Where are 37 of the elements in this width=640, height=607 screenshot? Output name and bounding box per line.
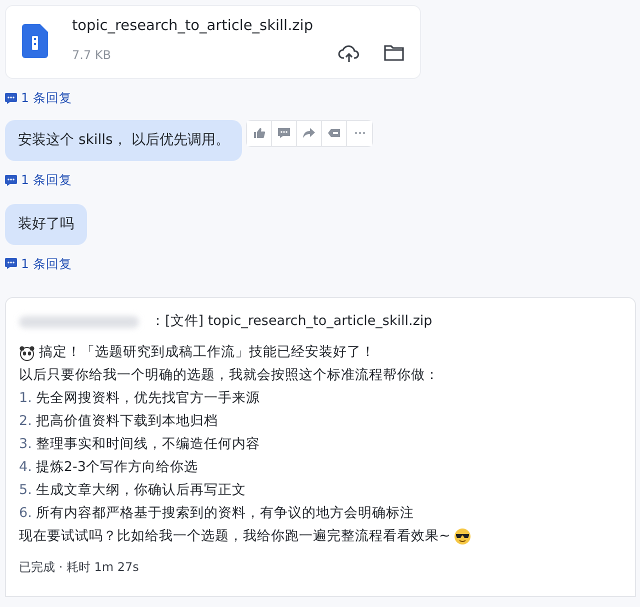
message-bubble: 安装这个 skills， 以后优先调用。 — [5, 120, 242, 161]
step-text: 先全网搜资料，优先找官方一手来源 — [36, 389, 260, 408]
step-number: 2. — [19, 412, 32, 432]
sunglasses-face-icon — [454, 528, 472, 546]
forward-icon — [302, 126, 316, 140]
step-text: 所有内容都严格基于搜索到的资料，有争议的地方会明确标注 — [36, 504, 414, 524]
answer-text: 以后只要你给我一个明确的选题，我就会按照这个标准流程帮你做： — [19, 366, 440, 386]
step-number: 6. — [19, 504, 32, 524]
comment-icon — [5, 174, 17, 186]
comment-icon — [5, 258, 17, 270]
zip-file-icon — [22, 24, 48, 58]
more-icon — [354, 132, 365, 134]
status-text: 已完成 · 耗时 1m 27s — [19, 559, 140, 576]
thumbs-up-icon — [252, 126, 266, 140]
message-bubble: 装好了吗 — [5, 204, 87, 244]
step-text: 生成文章大纲，你确认后再写正文 — [36, 481, 246, 500]
panda-icon — [19, 344, 35, 361]
answer-text: 现在要试试吗？比如给我一个选题，我给你跑一遍完整流程看看效果~ — [19, 527, 450, 546]
step-number: 4. — [19, 458, 32, 478]
reply-count-link[interactable]: 1 条回复 — [21, 254, 72, 274]
cloud-upload-icon — [338, 42, 360, 63]
answer-text: 搞定！「选题研究到成稿工作流」技能已经安装好了！ — [39, 343, 375, 362]
comment-icon — [5, 92, 17, 104]
folder-icon — [384, 44, 404, 62]
step-text: 整理事实和时间线，不编造任何内容 — [36, 435, 260, 454]
file-name: topic_research_to_article_skill.zip — [72, 17, 314, 36]
quoted-file: ：[文件] topic_research_to_article_skill.zip — [151, 312, 432, 332]
step-text: 把高价值资料下载到本地归档 — [36, 412, 218, 432]
comment-icon — [277, 126, 292, 140]
file-size: 7.7 KB — [72, 46, 112, 64]
step-number: 3. — [19, 435, 32, 454]
reply-count-link[interactable]: 1 条回复 — [21, 170, 72, 190]
step-number: 1. — [19, 389, 32, 408]
reply-count-link[interactable]: 1 条回复 — [21, 89, 72, 108]
like-button[interactable] — [247, 120, 272, 146]
step-text: 提炼2-3个写作方向给你选 — [36, 458, 198, 478]
step-number: 5. — [19, 481, 32, 500]
